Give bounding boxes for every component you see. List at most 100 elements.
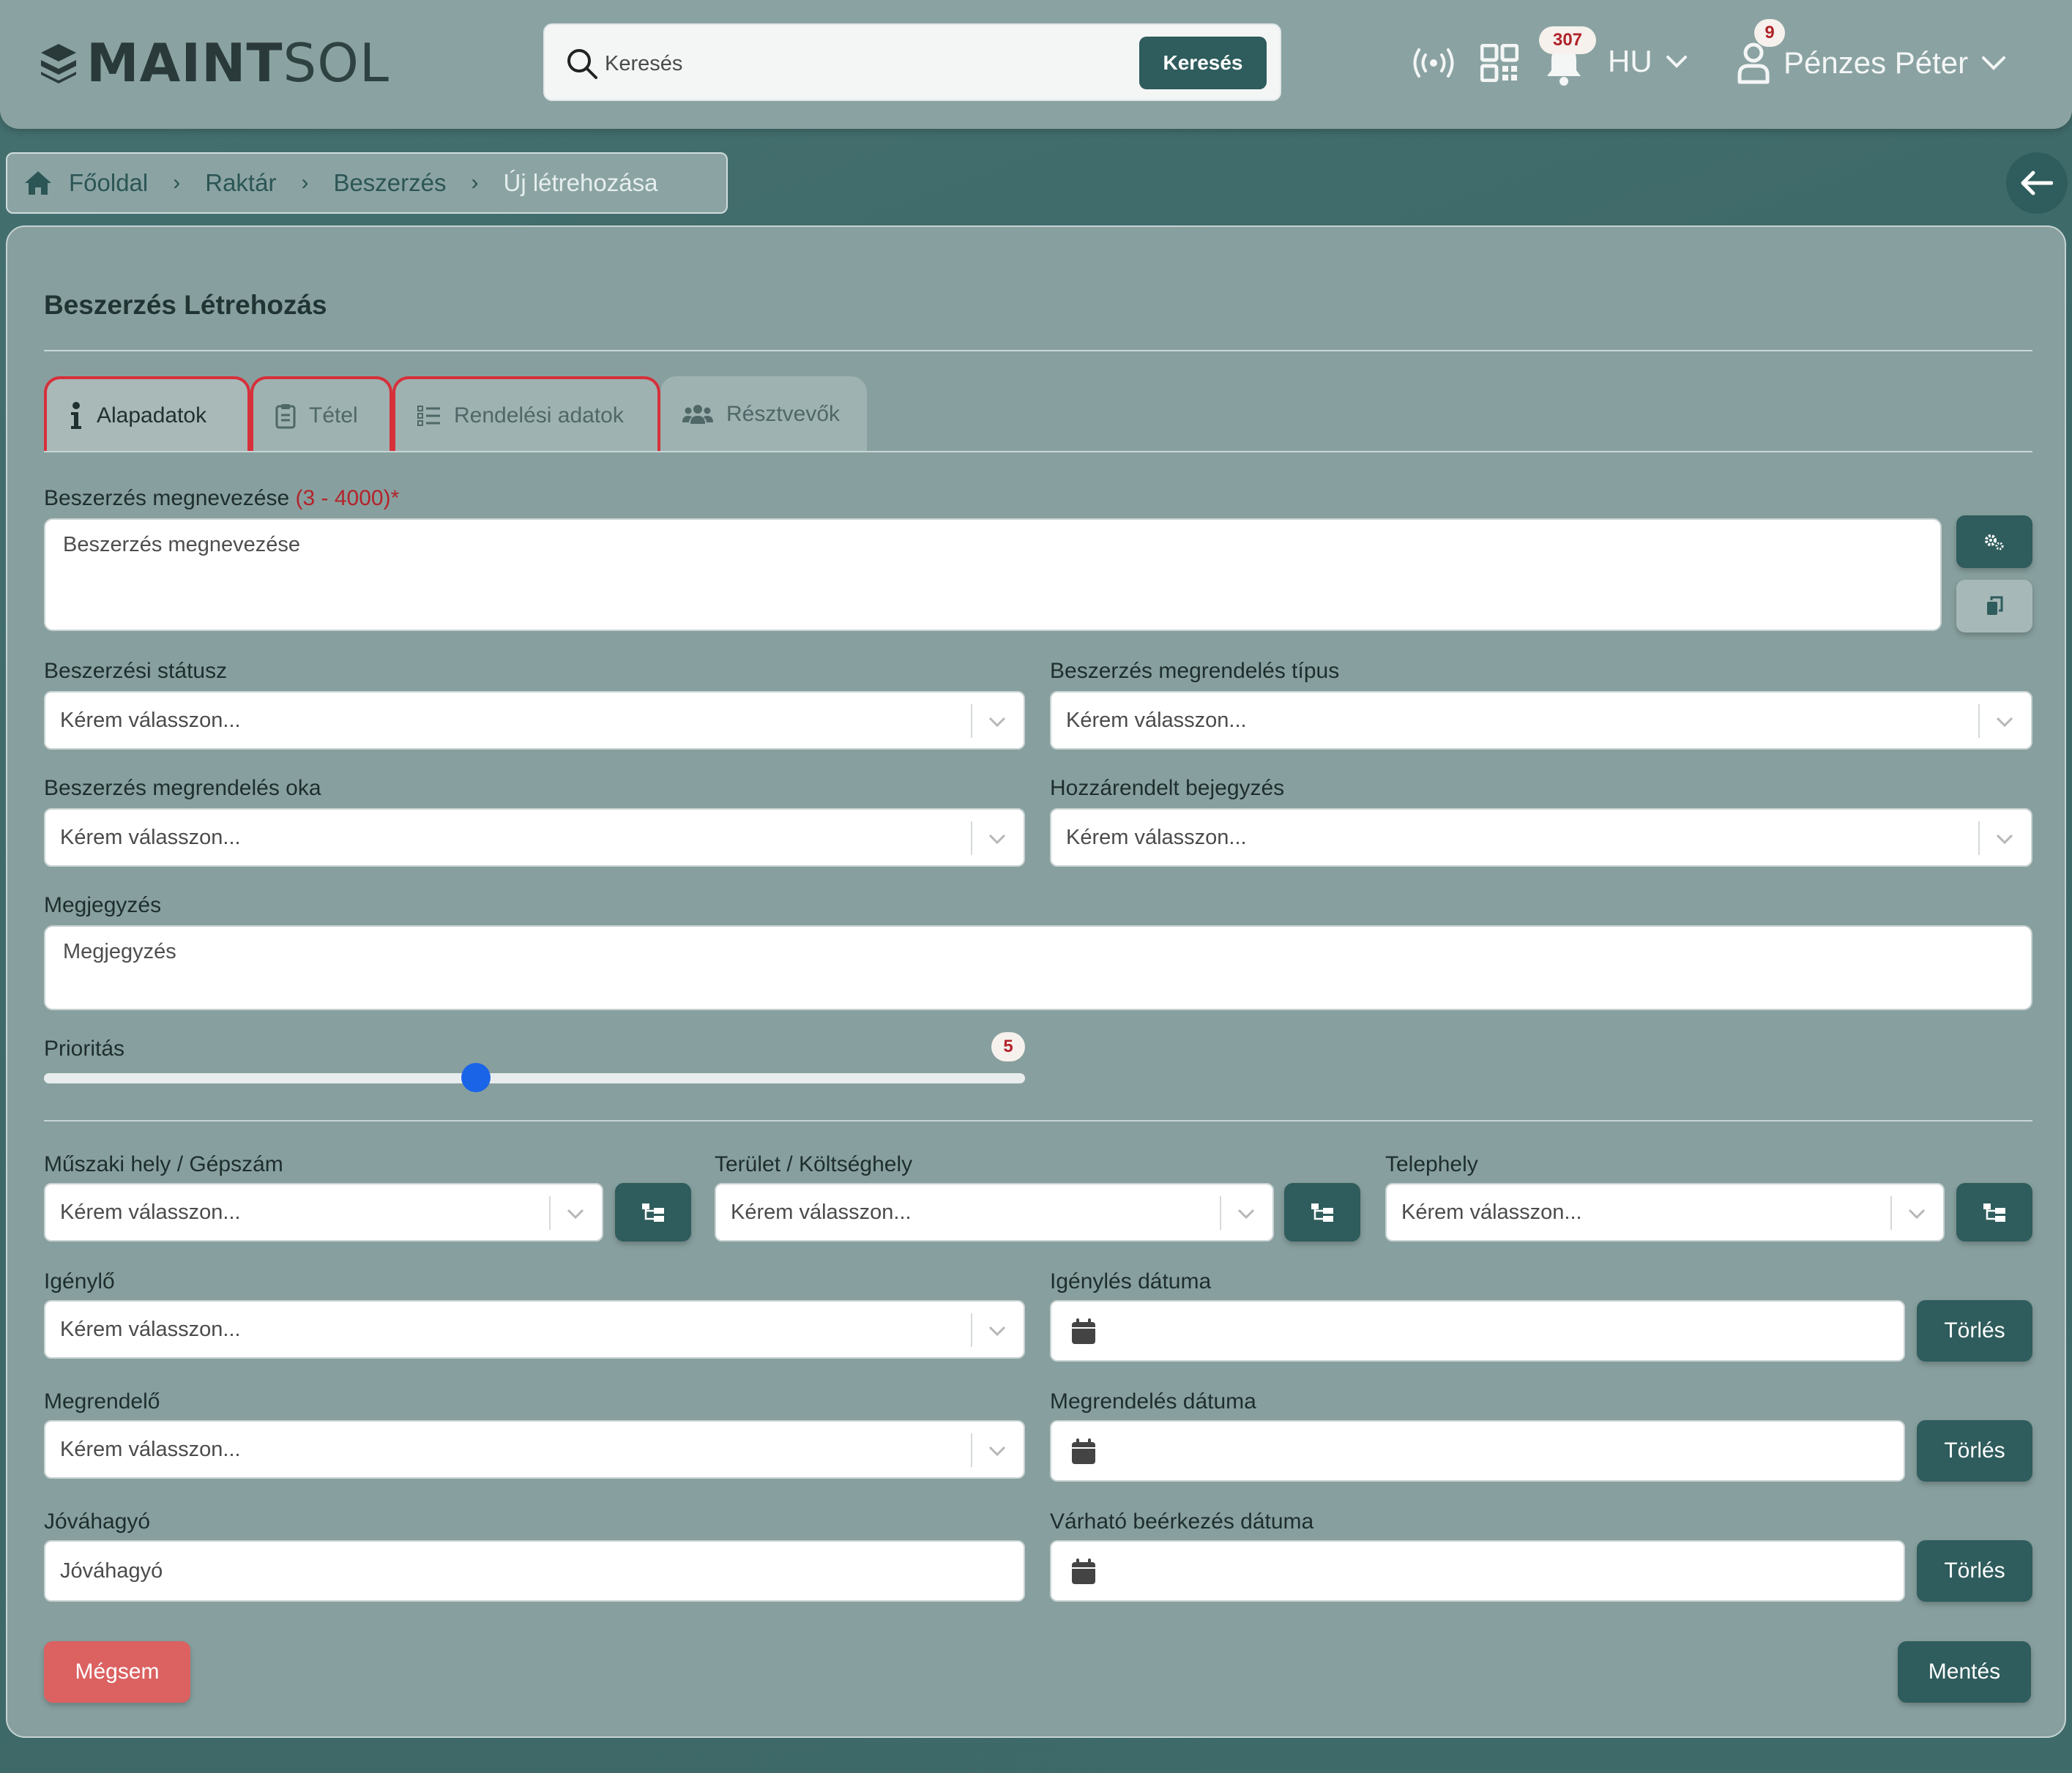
expected-date-label: Várható beérkezés dátuma [1050,1509,1314,1534]
select-divider [971,821,972,855]
select-placeholder: Kérem válasszon... [1066,709,1247,732]
area-label: Terület / Költséghely [715,1152,913,1176]
search-icon [567,49,597,79]
clipboard-icon [275,404,296,429]
clear-expected-date-button[interactable]: Törlés [1917,1540,2032,1602]
logo-text-light: SOL [283,32,390,94]
order-type-select[interactable]: Kérem válasszon... [1050,691,2032,750]
assigned-entry-select[interactable]: Kérem válasszon... [1050,808,2032,867]
approver-label: Jóváhagyó [44,1509,151,1534]
chevron-down-icon [567,1209,584,1220]
home-icon[interactable] [23,170,53,196]
copy-name-button[interactable] [1956,580,2032,632]
tree-icon [1311,1203,1333,1222]
request-date-label: Igénylés dátuma [1050,1269,1212,1294]
language-selector[interactable]: HU [1608,44,1688,79]
clear-request-date-button[interactable]: Törlés [1917,1300,2032,1362]
status-select[interactable]: Kérem válasszon... [44,691,1025,750]
user-name: Pénzes Péter [1784,45,1969,80]
site-label: Telephely [1385,1152,1478,1176]
orderer-select[interactable]: Kérem válasszon... [44,1420,1025,1479]
tech-place-select[interactable]: Kérem válasszon... [44,1183,603,1242]
tab-participants[interactable]: Résztvevők [660,376,867,452]
note-textarea[interactable] [44,925,2032,1010]
tab-label: Rendelési adatok [454,403,624,428]
select-divider [971,1313,972,1347]
breadcrumb-procurement[interactable]: Beszerzés [333,169,446,197]
tab-order-data[interactable]: Rendelési adatok [392,376,660,452]
chevron-down-icon [1908,1209,1926,1220]
order-reason-select[interactable]: Kérem válasszon... [44,808,1025,867]
logo[interactable]: MAINTSOL [38,35,390,91]
name-textarea[interactable] [44,518,1942,631]
breadcrumb: Főoldal › Raktár › Beszerzés › Új létreh… [6,152,728,214]
tech-place-label: Műszaki hely / Gépszám [44,1152,283,1176]
search-button[interactable]: Keresés [1139,37,1267,89]
list-icon [417,406,440,426]
language-label: HU [1608,44,1652,78]
calendar-icon [1072,1438,1095,1464]
breadcrumb-warehouse[interactable]: Raktár [205,169,276,197]
assigned-entry-label: Hozzárendelt bejegyzés [1050,776,1285,800]
chevron-down-icon [988,717,1006,728]
section-divider [44,1120,2032,1121]
page-title: Beszerzés Létrehozás [44,290,327,320]
select-divider [1978,821,1980,855]
cancel-button[interactable]: Mégsem [44,1641,190,1703]
area-tree-button[interactable] [1284,1183,1360,1242]
user-menu[interactable]: Pénzes Péter [1737,41,2006,85]
select-placeholder: Kérem válasszon... [1066,826,1247,849]
select-divider [971,704,972,738]
select-placeholder: Kérem válasszon... [731,1201,912,1224]
users-icon [682,405,713,424]
calendar-icon [1072,1559,1095,1584]
site-select[interactable]: Kérem válasszon... [1385,1183,1945,1242]
tab-label: Tétel [309,403,358,428]
approver-input[interactable] [44,1540,1025,1602]
order-date-label: Megrendelés dátuma [1050,1389,1256,1414]
expected-date-field[interactable] [1050,1540,1905,1602]
breadcrumb-separator-icon: › [471,171,479,195]
tab-basic-data[interactable]: Alapadatok [44,376,250,452]
save-button[interactable]: Mentés [1898,1641,2031,1703]
select-placeholder: Kérem válasszon... [60,1318,241,1341]
back-button[interactable] [2006,152,2068,214]
tree-icon [1983,1203,2005,1222]
select-divider [1220,1196,1221,1230]
user-badge: 9 [1754,19,1785,47]
priority-slider-thumb[interactable] [461,1063,491,1092]
select-divider [549,1196,551,1230]
tech-place-tree-button[interactable] [615,1183,691,1242]
priority-slider-track[interactable] [44,1073,1025,1083]
select-divider [1890,1196,1892,1230]
area-select[interactable]: Kérem válasszon... [715,1183,1274,1242]
requester-select[interactable]: Kérem válasszon... [44,1300,1025,1359]
requester-label: Igénylő [44,1269,115,1294]
search-box: Keresés [543,23,1281,101]
breadcrumb-home[interactable]: Főoldal [69,169,148,197]
app-page: MAINTSOL Keresés Keresés 307 HU Pénzes P… [0,0,2072,1773]
top-bar: MAINTSOL Keresés Keresés 307 HU Pénzes P… [0,0,2072,129]
name-label-text: Beszerzés megnevezése [44,486,290,510]
breadcrumb-separator-icon: › [301,171,309,195]
select-placeholder: Kérem válasszon... [60,1201,241,1224]
notification-badge: 307 [1539,26,1596,54]
select-placeholder: Kérem válasszon... [60,1438,241,1461]
info-icon [71,402,81,429]
qr-code-icon[interactable] [1480,44,1518,82]
arrow-left-icon [2021,171,2053,195]
site-tree-button[interactable] [1956,1183,2032,1242]
clear-order-date-button[interactable]: Törlés [1917,1420,2032,1482]
status-label: Beszerzési státusz [44,659,228,683]
chevron-down-icon [988,834,1006,845]
select-divider [971,1433,972,1467]
generate-name-button[interactable] [1956,515,2032,568]
search-input[interactable] [605,42,1073,85]
tab-item[interactable]: Tétel [250,376,392,452]
orderer-label: Megrendelő [44,1389,160,1414]
order-date-field[interactable] [1050,1420,1905,1482]
logo-text: MAINTSOL [86,35,390,91]
broadcast-icon[interactable] [1412,47,1456,79]
order-reason-label: Beszerzés megrendelés oka [44,776,321,800]
request-date-field[interactable] [1050,1300,1905,1362]
